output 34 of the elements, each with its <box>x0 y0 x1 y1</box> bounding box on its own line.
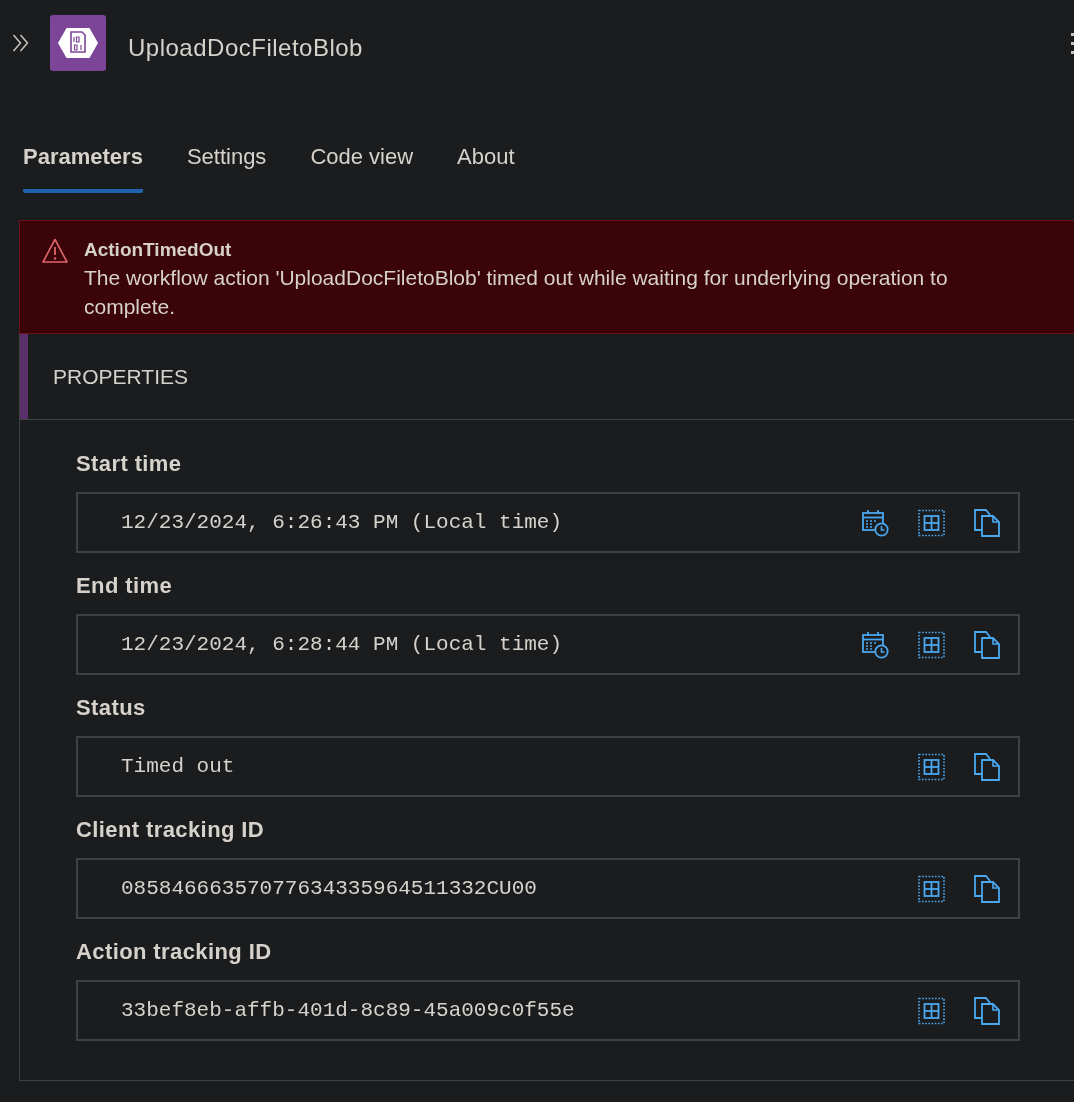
calendar-clock-icon[interactable] <box>862 630 889 659</box>
field-value: 12/23/2024, 6:28:44 PM (Local time) <box>121 633 563 656</box>
field-label: Start time <box>76 450 182 478</box>
copy-icon[interactable] <box>974 630 1001 659</box>
more-icon[interactable] <box>1071 33 1074 54</box>
field-value: 08584666357077634335964511332CU00 <box>121 877 537 900</box>
copy-icon[interactable] <box>974 508 1001 537</box>
error-message: The workflow action 'UploadDocFiletoBlob' timed out while waiting for underlying operation to complete. <box>84 265 949 320</box>
field-label: Status <box>76 694 146 722</box>
field-value: 33bef8eb-affb-401d-8c89-45a009c0f55e <box>121 999 575 1022</box>
grid-icon[interactable] <box>918 630 945 659</box>
copy-icon[interactable] <box>974 996 1001 1025</box>
tab[interactable]: Parameters <box>23 143 143 193</box>
calendar-clock-icon[interactable] <box>862 508 889 537</box>
field-label: Client tracking ID <box>76 816 265 844</box>
hexagon-document-icon <box>50 15 106 71</box>
action-title: UploadDocFiletoBlob <box>128 34 363 62</box>
copy-icon[interactable] <box>974 874 1001 903</box>
grid-icon[interactable] <box>918 508 945 537</box>
tab[interactable]: Settings <box>186 143 267 193</box>
warning-icon <box>42 238 68 264</box>
field-label: Action tracking ID <box>76 938 272 966</box>
field-label: End time <box>76 572 173 600</box>
tab[interactable]: Code view <box>310 143 414 193</box>
grid-icon[interactable] <box>918 996 945 1025</box>
tab[interactable]: About <box>457 143 515 193</box>
field-value: 12/23/2024, 6:26:43 PM (Local time) <box>121 511 563 534</box>
field-value: Timed out <box>121 755 235 778</box>
error-title: ActionTimedOut <box>84 238 232 262</box>
copy-icon[interactable] <box>974 752 1001 781</box>
grid-icon[interactable] <box>918 874 945 903</box>
grid-icon[interactable] <box>918 752 945 781</box>
double-chevron-icon[interactable] <box>12 33 30 53</box>
section-title: PROPERTIES <box>53 364 188 389</box>
